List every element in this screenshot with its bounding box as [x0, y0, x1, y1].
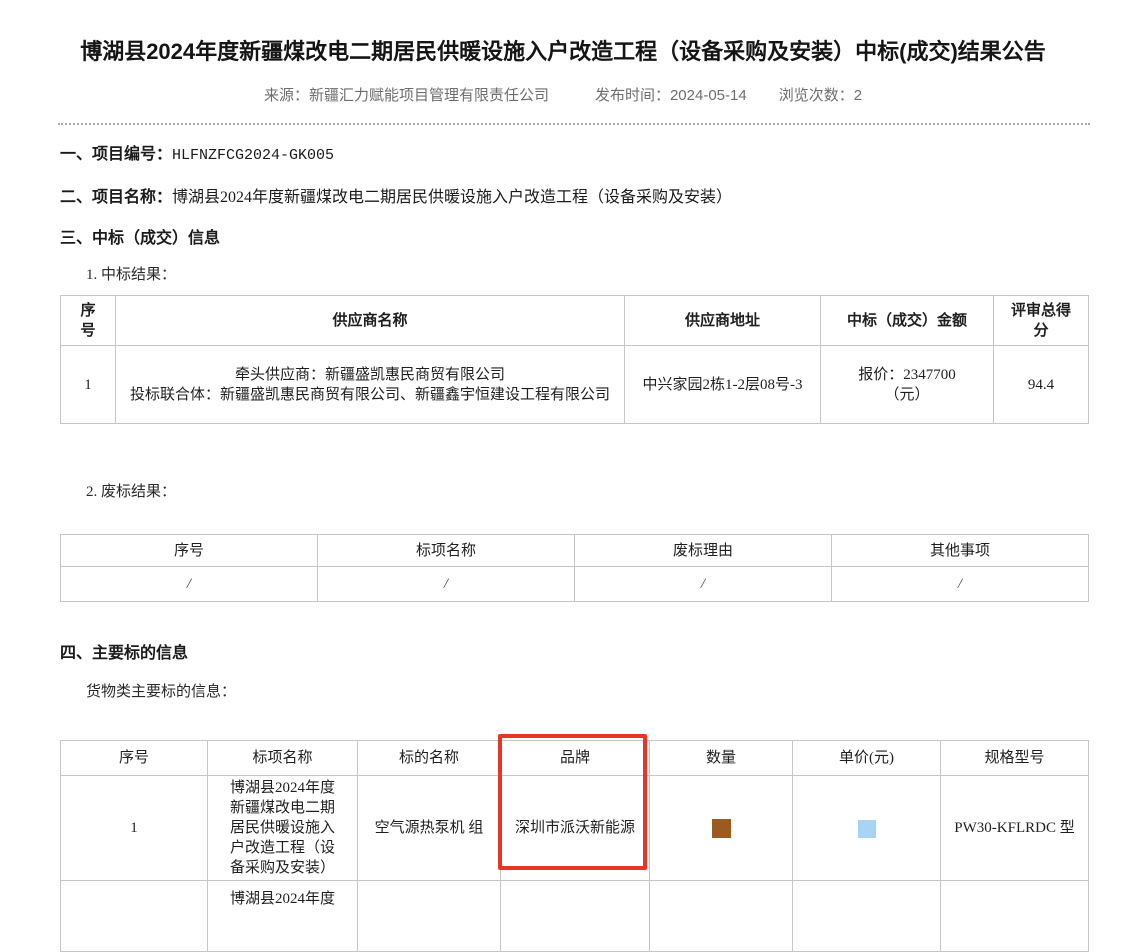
announcement-page: { "page": { "title": "博湖县2024年度新疆煤改电二期居民… [0, 0, 1126, 905]
col-header-seq: 序号 [61, 741, 208, 776]
cell-supplier-address: 中兴家园2栋1-2层08号-3 [625, 346, 821, 424]
meta-source: 来源：新疆汇力赋能项目管理有限责任公司 [264, 86, 549, 106]
col-header-supplier-address: 供应商地址 [625, 296, 821, 346]
cell-invalid-reason: / [575, 567, 832, 602]
col-header-other-matters: 其他事项 [832, 535, 1089, 567]
cell-award-amount: 报价：2347700 （元） [821, 346, 994, 424]
col-header-subject-name: 标的名称 [358, 741, 501, 776]
award-result-subheading: 1. 中标结果： [86, 265, 1088, 285]
goods-table-wrapper: 序号 标项名称 标的名称 品牌 数量 单价(元) 规格型号 1 博湖县2024年… [60, 740, 1088, 952]
invalid-table-header-row: 序号 标项名称 废标理由 其他事项 [61, 535, 1089, 567]
goods-subject-table: 序号 标项名称 标的名称 品牌 数量 单价(元) 规格型号 1 博湖县2024年… [60, 740, 1089, 952]
cell-subject-name: 空气源热泵机 组 [358, 776, 501, 881]
price-redaction-swatch [858, 820, 876, 838]
col-header-invalid-reason: 废标理由 [575, 535, 832, 567]
col-header-seq: 序号 [61, 296, 116, 346]
cell-supplier-name: 牵头供应商：新疆盛凯惠民商贸有限公司 投标联合体：新疆盛凯惠民商贸有限公司、新疆… [116, 346, 625, 424]
project-name-label: 二、项目名称： [60, 189, 172, 206]
invalid-table-row: / / / / [61, 567, 1089, 602]
cell-score: 94.4 [994, 346, 1089, 424]
cell-seq: 1 [61, 346, 116, 424]
section-main-subject-heading: 四、主要标的信息 [60, 644, 1088, 664]
meta-publish-time: 发布时间：2024-05-14 [595, 86, 747, 106]
cell-brand: 深圳市派沃新能源 [501, 776, 650, 881]
col-header-quantity: 数量 [650, 741, 793, 776]
cell-subject-name [358, 881, 501, 952]
cell-other-matters: / [832, 567, 1089, 602]
cell-lot-name: 博湖县2024年度新疆煤改电二期居民供暖设施入户改造工程（设备采购及安装） [208, 776, 358, 881]
page-title: 博湖县2024年度新疆煤改电二期居民供暖设施入户改造工程（设备采购及安装）中标(… [40, 36, 1086, 67]
meta-row: 来源：新疆汇力赋能项目管理有限责任公司 发布时间：2024-05-14 浏览次数… [0, 86, 1126, 106]
cell-spec-model [941, 881, 1089, 952]
col-header-brand: 品牌 [501, 741, 650, 776]
goods-table-header-row: 序号 标项名称 标的名称 品牌 数量 单价(元) 规格型号 [61, 741, 1089, 776]
col-header-lot-name: 标项名称 [318, 535, 575, 567]
award-result-table: 序号 供应商名称 供应商地址 中标（成交）金额 评审总得分 1 牵头供应商：新疆… [60, 295, 1089, 424]
cell-lot-name: 博湖县2024年度 [208, 881, 358, 952]
goods-subject-subheading: 货物类主要标的信息： [86, 682, 1088, 702]
cell-lot-name: / [318, 567, 575, 602]
cell-seq: 1 [61, 776, 208, 881]
goods-table-row-2-partial: 博湖县2024年度 [61, 881, 1089, 952]
project-number-label: 一、项目编号： [60, 146, 172, 163]
section-project-name: 二、项目名称：博湖县2024年度新疆煤改电二期居民供暖设施入户改造工程（设备采购… [60, 188, 1088, 208]
col-header-award-amount: 中标（成交）金额 [821, 296, 994, 346]
announcement-body: 一、项目编号：HLFNZFCG2024-GK005 二、项目名称：博湖县2024… [60, 145, 1088, 952]
col-header-score: 评审总得分 [994, 296, 1089, 346]
supplier-lead-line: 牵头供应商：新疆盛凯惠民商贸有限公司 [124, 365, 616, 385]
cell-quantity [650, 776, 793, 881]
dotted-divider [58, 123, 1090, 125]
cell-spec-model: PW30-KFLRDC 型 [941, 776, 1089, 881]
col-header-lot-name: 标项名称 [208, 741, 358, 776]
cell-unit-price [793, 881, 941, 952]
quantity-redaction-swatch [712, 819, 731, 838]
award-table-header-row: 序号 供应商名称 供应商地址 中标（成交）金额 评审总得分 [61, 296, 1089, 346]
col-header-spec-model: 规格型号 [941, 741, 1089, 776]
col-header-unit-price: 单价(元) [793, 741, 941, 776]
award-table-row: 1 牵头供应商：新疆盛凯惠民商贸有限公司 投标联合体：新疆盛凯惠民商贸有限公司、… [61, 346, 1089, 424]
invalid-result-subheading: 2. 废标结果： [86, 482, 1088, 502]
cell-seq [61, 881, 208, 952]
section-award-info-heading: 三、中标（成交）信息 [60, 229, 1088, 249]
project-name-value: 博湖县2024年度新疆煤改电二期居民供暖设施入户改造工程（设备采购及安装） [172, 189, 732, 206]
col-header-seq: 序号 [61, 535, 318, 567]
meta-view-count: 浏览次数：2 [779, 86, 862, 106]
cell-quantity [650, 881, 793, 952]
supplier-consortium-line: 投标联合体：新疆盛凯惠民商贸有限公司、新疆鑫宇恒建设工程有限公司 [124, 385, 616, 405]
cell-brand [501, 881, 650, 952]
project-number-value: HLFNZFCG2024-GK005 [172, 147, 334, 164]
cell-seq: / [61, 567, 318, 602]
invalid-bid-table: 序号 标项名称 废标理由 其他事项 / / / / [60, 534, 1089, 602]
goods-table-row-1: 1 博湖县2024年度新疆煤改电二期居民供暖设施入户改造工程（设备采购及安装） … [61, 776, 1089, 881]
col-header-supplier-name: 供应商名称 [116, 296, 625, 346]
title-block: 博湖县2024年度新疆煤改电二期居民供暖设施入户改造工程（设备采购及安装）中标(… [0, 0, 1126, 67]
section-project-number: 一、项目编号：HLFNZFCG2024-GK005 [60, 145, 1088, 166]
cell-unit-price [793, 776, 941, 881]
